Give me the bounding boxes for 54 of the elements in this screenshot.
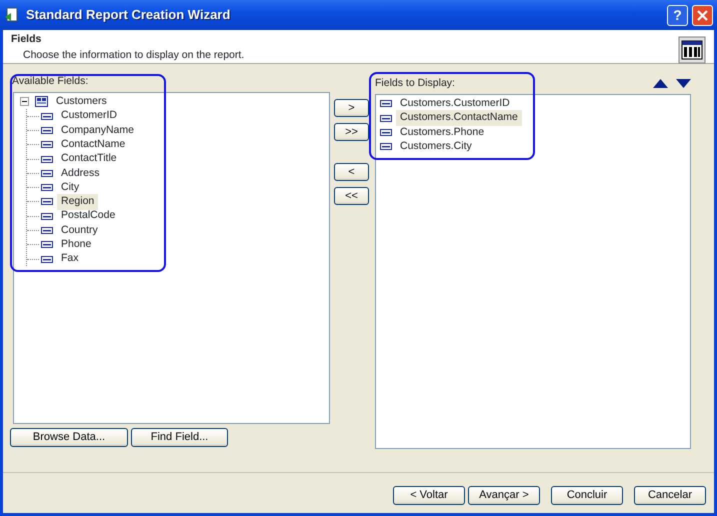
field-icon — [41, 112, 53, 120]
field-icon — [380, 143, 392, 150]
field-icon — [380, 128, 392, 136]
field-icon — [41, 198, 53, 206]
field-item[interactable]: ContactName — [57, 136, 130, 153]
wizard-button[interactable]: Concluir — [551, 486, 623, 505]
table-icon — [35, 96, 48, 108]
field-icon — [41, 126, 53, 134]
field-icon — [41, 170, 53, 177]
collapse-icon[interactable] — [20, 97, 29, 106]
field-item[interactable]: Phone — [57, 237, 96, 253]
app-icon — [4, 7, 20, 23]
field-icon — [41, 212, 53, 220]
available-fields-label: Available Fields: — [12, 74, 90, 89]
field-item[interactable]: PostalCode — [57, 208, 120, 224]
page-title: Fields — [11, 32, 42, 47]
field-item[interactable]: Country — [57, 222, 102, 238]
move-button[interactable]: << — [334, 187, 369, 205]
wizard-button[interactable]: < Voltar — [393, 486, 465, 505]
field-icon — [380, 114, 392, 122]
field-item[interactable]: Address — [57, 166, 104, 182]
wizard-button[interactable]: Cancelar — [634, 486, 706, 505]
move-up-icon[interactable] — [653, 79, 668, 88]
move-button[interactable]: >> — [334, 123, 369, 141]
field-icon — [380, 100, 392, 108]
page-subtitle: Choose the information to display on the report. — [23, 48, 244, 63]
action-button[interactable]: Browse Data... — [10, 428, 128, 447]
field-item[interactable]: CustomerID — [57, 108, 122, 124]
wizard-button[interactable]: Avançar > — [468, 486, 540, 505]
field-icon — [41, 184, 53, 192]
field-item[interactable]: Customers.ContactName — [396, 110, 522, 126]
fields-to-display-label: Fields to Display: — [375, 76, 455, 91]
field-item[interactable]: Customers.City — [396, 138, 476, 155]
window-title: Standard Report Creation Wizard — [26, 6, 230, 24]
move-button[interactable]: > — [334, 99, 369, 117]
field-item[interactable]: Customers.CustomerID — [396, 96, 514, 112]
field-item[interactable]: Customers.Phone — [396, 124, 488, 140]
close-icon — [697, 10, 708, 20]
field-item[interactable]: Fax — [57, 251, 83, 268]
field-icon — [41, 241, 53, 248]
close-button[interactable] — [692, 4, 713, 26]
help-button[interactable]: ? — [667, 4, 688, 26]
field-item[interactable]: Region — [57, 194, 98, 210]
field-item[interactable]: City — [57, 180, 84, 196]
field-icon — [41, 227, 53, 234]
move-down-icon[interactable] — [676, 79, 691, 88]
table-item[interactable]: Customers — [52, 94, 111, 110]
action-button[interactable]: Find Field... — [131, 428, 228, 447]
field-icon — [41, 256, 53, 263]
field-item[interactable]: ContactTitle — [57, 151, 121, 167]
field-icon — [41, 156, 53, 163]
field-item[interactable]: CompanyName — [57, 122, 138, 138]
move-button[interactable]: < — [334, 163, 369, 181]
field-icon — [41, 141, 53, 148]
